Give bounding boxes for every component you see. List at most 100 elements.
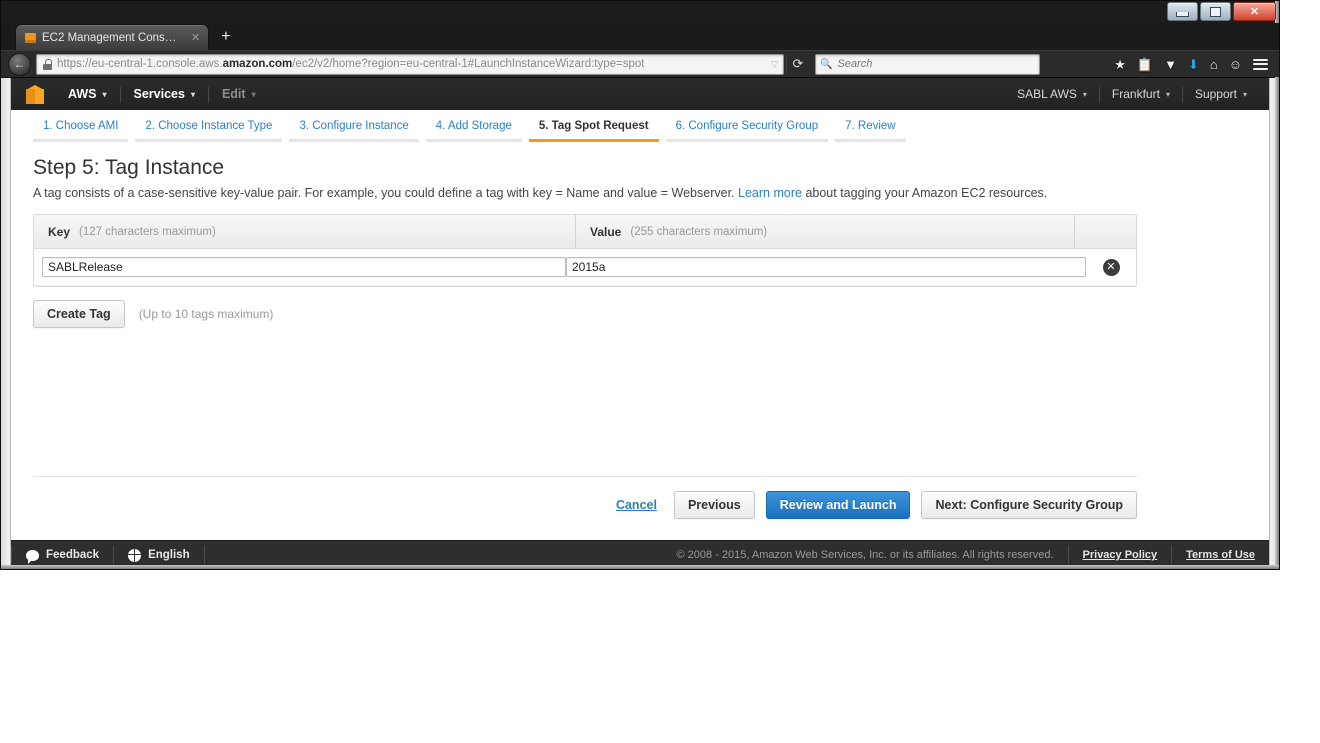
star-icon[interactable]: ★ — [1114, 58, 1126, 71]
privacy-policy-link[interactable]: Privacy Policy — [1069, 549, 1172, 561]
step-tab-6[interactable]: 6. Configure Security Group — [665, 120, 829, 142]
window-right-edge — [1275, 1, 1279, 569]
column-header-key-label: Key — [48, 224, 71, 239]
chevron-down-icon: ▾ — [251, 89, 256, 99]
new-tab-button[interactable]: + — [221, 29, 230, 45]
tag-key-cell — [42, 257, 566, 277]
tag-value-cell — [566, 257, 1086, 277]
address-dropdown-icon[interactable]: ▽ — [771, 59, 780, 70]
cancel-button[interactable]: Cancel — [616, 498, 663, 512]
close-tab-icon[interactable]: ✕ — [191, 31, 200, 44]
minimize-button[interactable] — [1167, 2, 1198, 21]
window-controls: ✕ — [1167, 2, 1276, 21]
language-label: English — [148, 549, 190, 561]
aws-nav-right: SABL AWS ▾ Frankfurt ▾ Support ▾ — [1005, 78, 1259, 110]
column-header-value-hint: (255 characters maximum) — [630, 225, 768, 238]
pocket-icon[interactable]: ▼ — [1164, 58, 1177, 71]
left-scroll-strip[interactable] — [1, 78, 11, 569]
aws-top-nav: AWS ▾ Services ▾ Edit ▾ SABL AWS ▾ Frank… — [11, 78, 1269, 110]
tab-favicon-aws-cube-icon — [25, 32, 36, 44]
terms-of-use-link[interactable]: Terms of Use — [1172, 549, 1269, 561]
nav-item-edit-label: Edit — [221, 87, 246, 101]
nav-item-services[interactable]: Services ▾ — [121, 78, 208, 110]
browser-toolbar-icons: ★ 📋 ▼ ⬇ ⌂ ☺ — [1114, 58, 1275, 71]
chevron-down-icon: ▾ — [1165, 89, 1170, 99]
aws-console-page: AWS ▾ Services ▾ Edit ▾ SABL AWS ▾ Frank… — [11, 78, 1269, 569]
column-header-key-hint: (127 characters maximum) — [79, 225, 216, 238]
wizard-actions: Cancel Previous Review and Launch Next: … — [33, 477, 1137, 519]
globe-icon — [128, 548, 142, 562]
tag-table: Key (127 characters maximum) Value (255 … — [33, 214, 1137, 287]
copyright-text: © 2008 - 2015, Amazon Web Services, Inc.… — [676, 549, 1054, 561]
address-bar[interactable]: https://eu-central-1.console.aws.amazon.… — [36, 53, 784, 75]
browser-search-box[interactable]: 🔍 Search — [815, 53, 1040, 75]
reload-icon[interactable]: ⟳ — [786, 54, 809, 74]
smiley-icon[interactable]: ☺ — [1229, 58, 1242, 71]
reader-list-icon[interactable]: 📋 — [1137, 58, 1153, 71]
tag-table-header: Key (127 characters maximum) Value (255 … — [34, 215, 1136, 249]
nav-item-services-label: Services — [133, 87, 185, 101]
create-tag-row: Create Tag (Up to 10 tags maximum) — [33, 300, 1247, 328]
tag-actions-cell: ✕ — [1086, 258, 1136, 276]
tag-key-input[interactable] — [42, 257, 566, 277]
tab-title: EC2 Management Console — [42, 31, 177, 44]
learn-more-link[interactable]: Learn more — [738, 186, 802, 200]
page-subtitle: A tag consists of a case-sensitive key-v… — [33, 186, 1247, 200]
nav-item-aws[interactable]: AWS ▾ — [55, 78, 120, 110]
chevron-down-icon: ▾ — [190, 89, 195, 99]
remove-tag-icon[interactable]: ✕ — [1102, 258, 1120, 276]
search-icon: 🔍 — [820, 58, 833, 70]
subtitle-text-after: about tagging your Amazon EC2 resources. — [805, 186, 1048, 200]
close-window-button[interactable]: ✕ — [1233, 2, 1276, 21]
home-icon[interactable]: ⌂ — [1210, 58, 1218, 71]
tag-value-input[interactable] — [566, 257, 1086, 277]
table-row: ✕ — [34, 249, 1136, 286]
subtitle-text-before: A tag consists of a case-sensitive key-v… — [33, 186, 735, 200]
nav-item-support[interactable]: Support ▾ — [1183, 78, 1259, 110]
url-domain: amazon.com — [222, 58, 293, 70]
download-icon[interactable]: ⬇ — [1188, 58, 1199, 71]
column-header-actions — [1074, 215, 1136, 248]
nav-item-aws-label: AWS — [68, 87, 97, 101]
nav-item-region-label: Frankfurt — [1111, 87, 1160, 101]
footer-right: © 2008 - 2015, Amazon Web Services, Inc.… — [663, 546, 1269, 564]
maximize-button[interactable] — [1200, 2, 1231, 21]
url-text: https://eu-central-1.console.aws.amazon.… — [57, 58, 644, 70]
nav-item-support-label: Support — [1194, 87, 1237, 101]
chevron-down-icon: ▾ — [1082, 89, 1087, 99]
lock-icon — [43, 58, 52, 70]
column-header-key: Key (127 characters maximum) — [34, 215, 575, 248]
tab-strip: EC2 Management Console ✕ + — [1, 23, 1279, 50]
review-and-launch-button[interactable]: Review and Launch — [765, 491, 911, 519]
back-button-icon[interactable]: ← — [8, 52, 31, 76]
page-content: Step 5: Tag Instance A tag consists of a… — [11, 156, 1269, 519]
chevron-down-icon: ▾ — [102, 89, 107, 99]
page-title: Step 5: Tag Instance — [33, 156, 225, 179]
next-configure-security-group-button[interactable]: Next: Configure Security Group — [921, 491, 1137, 519]
step-tab-4[interactable]: 4. Add Storage — [425, 120, 522, 142]
column-header-value-label: Value — [590, 224, 622, 239]
step-tab-3[interactable]: 3. Configure Instance — [289, 120, 419, 142]
footer-divider — [203, 546, 205, 564]
nav-item-region[interactable]: Frankfurt ▾ — [1100, 78, 1182, 110]
step-tab-7[interactable]: 7. Review — [835, 120, 906, 142]
nav-item-account[interactable]: SABL AWS ▾ — [1005, 78, 1099, 110]
window-bottom-edge — [1, 565, 1279, 569]
browser-tab[interactable]: EC2 Management Console ✕ — [15, 24, 210, 50]
menu-icon[interactable] — [1253, 58, 1268, 70]
page-viewport: AWS ▾ Services ▾ Edit ▾ SABL AWS ▾ Frank… — [1, 77, 1279, 569]
chevron-down-icon: ▾ — [1242, 89, 1247, 99]
step-tab-5[interactable]: 5. Tag Spot Request — [528, 120, 659, 142]
nav-item-account-label: SABL AWS — [1017, 87, 1077, 101]
browser-nav-bar: ← https://eu-central-1.console.aws.amazo… — [1, 50, 1279, 77]
create-tag-note: (Up to 10 tags maximum) — [138, 307, 274, 321]
feedback-label: Feedback — [46, 549, 100, 561]
create-tag-button[interactable]: Create Tag — [33, 300, 125, 328]
column-header-value: Value (255 characters maximum) — [575, 215, 1074, 248]
aws-cube-icon[interactable] — [26, 84, 44, 104]
step-tab-2[interactable]: 2. Choose Instance Type — [135, 120, 283, 142]
previous-button[interactable]: Previous — [673, 491, 755, 519]
nav-item-edit[interactable]: Edit ▾ — [209, 78, 269, 110]
step-tab-1[interactable]: 1. Choose AMI — [33, 120, 129, 142]
